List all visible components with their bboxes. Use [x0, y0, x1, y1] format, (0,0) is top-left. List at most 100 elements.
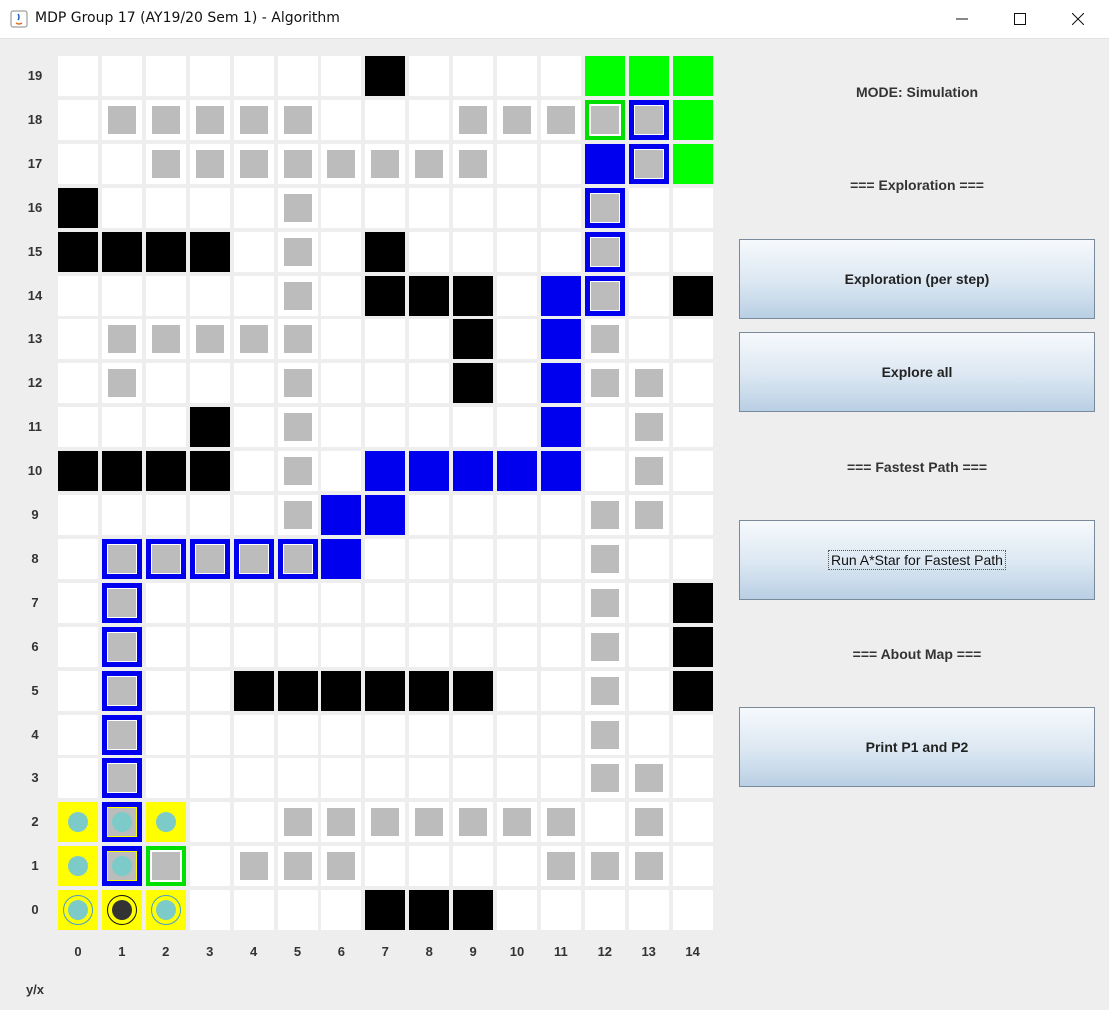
sensor-marker — [107, 325, 136, 354]
grid-cell — [409, 626, 450, 667]
sensor-marker — [283, 457, 312, 486]
sensor-marker — [415, 808, 444, 837]
sensor-marker — [459, 105, 488, 134]
obstacle-cell — [101, 231, 142, 272]
y-axis-label: 2 — [31, 814, 39, 830]
sensed-cell — [321, 802, 362, 843]
y-axis-label: 0 — [31, 902, 39, 918]
grid-cell — [365, 538, 406, 579]
y-axis-label: 8 — [31, 550, 39, 566]
grid-cell — [58, 582, 98, 623]
grid-cell — [628, 670, 669, 711]
obstacle-cell — [365, 231, 406, 272]
grid-cell — [453, 582, 494, 623]
print-map-button[interactable]: Print P1 and P2 — [739, 707, 1095, 787]
sensed-cell — [321, 846, 362, 887]
sensor-marker — [107, 105, 136, 134]
grid-cell — [540, 758, 581, 799]
goal-cell — [672, 99, 713, 140]
x-axis-label: 5 — [293, 944, 302, 959]
path-cell — [321, 495, 362, 535]
grid-cell — [321, 231, 362, 272]
grid-cell — [409, 187, 450, 228]
about-map-header: === About Map === — [852, 646, 982, 662]
sensed-cell — [628, 363, 669, 404]
grid-cell — [497, 714, 537, 755]
grid-cell — [365, 846, 406, 887]
sensed-cell — [453, 143, 494, 184]
explore-all-button[interactable]: Explore all — [739, 332, 1095, 412]
path-sensed-cell — [145, 538, 186, 579]
grid-cell — [453, 56, 494, 96]
sensor-marker — [283, 852, 312, 881]
path-sensed-cell — [628, 143, 669, 184]
goal-sensed-cell — [145, 846, 186, 887]
path-sensed-cell — [101, 626, 142, 667]
path-frame — [101, 582, 142, 623]
grid-cell — [58, 363, 98, 404]
grid-cell — [233, 275, 274, 316]
grid-cell — [277, 890, 318, 931]
sensor-marker — [590, 588, 619, 617]
y-axis-label: 15 — [27, 243, 43, 259]
grid-cell — [145, 187, 186, 228]
sensed-cell — [233, 319, 274, 360]
obstacle-cell — [189, 231, 230, 272]
grid-cell — [672, 758, 713, 799]
sensed-cell — [628, 495, 669, 535]
y-axis-label: 1 — [31, 858, 39, 874]
grid-cell — [365, 319, 406, 360]
grid-cell — [497, 582, 537, 623]
path-frame — [101, 538, 142, 579]
grid-cell — [145, 275, 186, 316]
grid-cell — [189, 56, 230, 96]
grid-cell — [233, 451, 274, 492]
robot-body — [155, 900, 176, 921]
maximize-button[interactable] — [991, 0, 1049, 38]
grid-cell — [453, 626, 494, 667]
grid-cell — [189, 670, 230, 711]
obstacle-cell — [277, 670, 318, 711]
sensor-marker — [195, 105, 224, 134]
grid-cell — [672, 407, 713, 448]
sensor-marker — [634, 852, 663, 881]
fastest-path-button[interactable]: Run A*Star for Fastest Path — [739, 520, 1095, 600]
grid-cell — [58, 407, 98, 448]
sensed-cell — [277, 802, 318, 843]
minimize-button[interactable] — [933, 0, 991, 38]
close-button[interactable] — [1049, 0, 1107, 38]
grid-cell — [233, 714, 274, 755]
corner-label: y/x — [25, 982, 45, 997]
obstacle-cell — [365, 275, 406, 316]
path-cell — [540, 275, 581, 316]
y-axis-label: 6 — [31, 638, 39, 654]
goal-cell — [672, 143, 713, 184]
sensor-marker — [590, 105, 619, 134]
path-sensed-cell — [628, 99, 669, 140]
robot-head — [111, 900, 132, 921]
sensed-cell — [540, 99, 581, 140]
path-cell — [321, 538, 362, 579]
y-axis-label: 13 — [27, 331, 43, 347]
sensed-cell — [277, 275, 318, 316]
sensor-marker — [371, 149, 400, 178]
grid-cell — [233, 758, 274, 799]
grid-cell — [101, 56, 142, 96]
sensed-cell — [277, 319, 318, 360]
grid-cell — [321, 99, 362, 140]
grid-cell — [365, 187, 406, 228]
grid-cell — [321, 319, 362, 360]
grid-cell — [540, 231, 581, 272]
explore-all-button-label: Explore all — [881, 364, 953, 380]
path-frame — [584, 231, 625, 272]
grid-cell — [321, 758, 362, 799]
path-cell — [584, 143, 625, 184]
obstacle-cell — [365, 890, 406, 931]
grid-cell — [101, 407, 142, 448]
sensed-cell — [409, 802, 450, 843]
grid-cell — [321, 363, 362, 404]
y-axis-label: 17 — [27, 155, 43, 171]
exploration-step-button[interactable]: Exploration (per step) — [739, 239, 1095, 319]
grid-cell — [145, 714, 186, 755]
grid-cell — [672, 231, 713, 272]
